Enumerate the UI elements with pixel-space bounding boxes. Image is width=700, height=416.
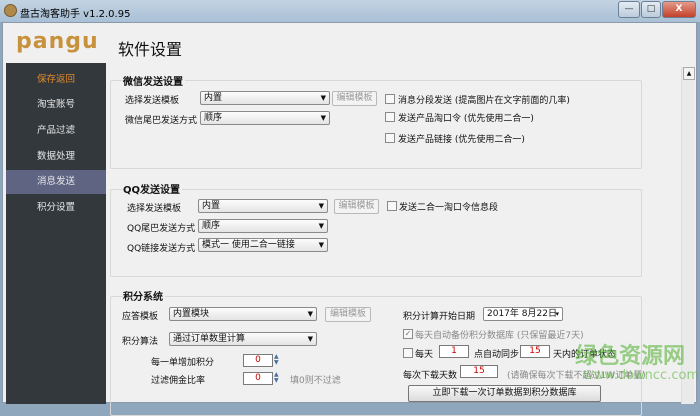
sidebar-item-message-send[interactable]: 消息发送 <box>6 170 106 194</box>
wechat-segment-checkbox[interactable] <box>385 94 395 104</box>
wechat-link-checkbox[interactable] <box>385 133 395 143</box>
start-date-value: 2017年 8月22日 <box>487 309 557 319</box>
sidebar: 保存返回 淘宝账号 产品过滤 数据处理 消息发送 积分设置 <box>6 63 106 404</box>
sidebar-item-data-processing[interactable]: 数据处理 <box>6 145 106 169</box>
title-bar: 盘古淘客助手 v1.2.0.95 — □ X <box>0 0 700 22</box>
wechat-taokouling-label: 发送产品淘口令 (优先使用二合一) <box>398 114 534 124</box>
dropdown-arrow-icon: ▼ <box>320 94 326 102</box>
wechat-edit-template-button[interactable]: 编辑模板 <box>332 91 377 106</box>
sidebar-item-points-settings[interactable]: 积分设置 <box>6 196 106 220</box>
qq-template-select[interactable]: 内置 ▼ <box>198 199 328 213</box>
per-order-points-label: 每一单增加积分 <box>151 358 215 368</box>
download-days-label: 每次下载天数 <box>403 371 458 381</box>
reply-template-label: 应答模板 <box>122 312 159 322</box>
dropdown-arrow-icon: ▼ <box>318 241 324 249</box>
dropdown-arrow-icon: ▼ <box>320 114 326 122</box>
points-edit-template-button[interactable]: 编辑模板 <box>325 307 371 322</box>
points-algorithm-select[interactable]: 通过订单数里计算 ▼ <box>169 332 317 346</box>
dropdown-arrow-icon: ▼ <box>307 335 313 343</box>
backup-checkbox[interactable]: ✓ <box>403 329 413 339</box>
app-icon <box>4 4 17 17</box>
scroll-up-icon[interactable]: ▲ <box>683 67 695 80</box>
daily-hour-input[interactable]: 1 <box>439 345 469 358</box>
wechat-segment-label: 消息分段发送 (提高图片在文字前面的几率) <box>398 96 570 106</box>
start-date-label: 积分计算开始日期 <box>403 312 476 322</box>
dropdown-arrow-icon: ▼ <box>318 222 324 230</box>
commission-filter-hint: 填0则不过滤 <box>290 376 341 386</box>
reply-template-select[interactable]: 内置模块 ▼ <box>169 307 317 321</box>
daily-mid-label: 点自动同步 <box>474 350 520 360</box>
qq-link-label: QQ链接发送方式 <box>127 244 196 254</box>
sidebar-item-save-return[interactable]: 保存返回 <box>6 68 106 92</box>
qq-link-select[interactable]: 模式一 使用二合一链接 ▼ <box>198 238 328 252</box>
wechat-taokouling-checkbox[interactable] <box>385 112 395 122</box>
daily-prefix-label: 每天 <box>415 350 434 360</box>
qq-edit-template-button[interactable]: 编辑模板 <box>334 199 379 214</box>
qq-group-title: QQ发送设置 <box>123 181 183 196</box>
qq-template-label: 选择发送模板 <box>127 204 182 214</box>
wechat-template-label: 选择发送模板 <box>125 96 180 106</box>
maximize-button[interactable]: □ <box>641 1 661 18</box>
sidebar-item-product-filter[interactable]: 产品过滤 <box>6 119 106 143</box>
close-button[interactable]: X <box>662 1 696 18</box>
dropdown-arrow-icon: ▾ <box>555 310 559 318</box>
commission-filter-spinner[interactable]: ▲ ▼ <box>274 372 282 384</box>
per-order-points-input[interactable]: 0 <box>243 354 273 367</box>
dropdown-arrow-icon: ▼ <box>307 310 313 318</box>
pangu-logo: pangu <box>6 23 106 63</box>
qq-tail-label: QQ尾巴发送方式 <box>127 224 196 234</box>
sidebar-item-taobao-account[interactable]: 淘宝账号 <box>6 93 106 117</box>
wechat-link-label: 发送产品链接 (优先使用二合一) <box>398 135 525 145</box>
reply-template-value: 内置模块 <box>173 309 210 319</box>
wechat-group-title: 微信发送设置 <box>123 73 185 88</box>
wechat-tail-label: 微信尾巴发送方式 <box>125 116 198 126</box>
qq-template-value: 内置 <box>202 201 221 211</box>
download-days-input[interactable]: 15 <box>460 365 498 378</box>
daily-days-input[interactable]: 15 <box>520 345 550 358</box>
points-group-title: 积分系统 <box>123 288 165 303</box>
dropdown-arrow-icon: ▼ <box>318 202 324 210</box>
wechat-tail-value: 顺序 <box>204 113 223 123</box>
points-algorithm-value: 通过订单数里计算 <box>173 334 246 344</box>
backup-label: 每天自动备份积分数据库 (只保留最近7天) <box>415 331 584 341</box>
qq-link-value: 模式一 使用二合一链接 <box>202 240 295 250</box>
wechat-template-value: 内置 <box>204 93 223 103</box>
per-order-points-spinner[interactable]: ▲ ▼ <box>274 354 282 366</box>
window-title: 盘古淘客助手 v1.2.0.95 <box>20 9 131 20</box>
qq-tail-select[interactable]: 顺序 ▼ <box>198 219 328 233</box>
qq-tail-value: 顺序 <box>202 221 221 231</box>
watermark-url: www.downcc.com <box>583 368 700 383</box>
qq-taokouling-label: 发送二合一淘口令信息段 <box>399 203 499 213</box>
watermark-text: 绿色资源网 <box>575 344 686 369</box>
page-title: 软件设置 <box>118 40 183 59</box>
points-algorithm-label: 积分算法 <box>122 337 159 347</box>
qq-taokouling-checkbox[interactable] <box>387 201 397 211</box>
minimize-button[interactable]: — <box>618 1 640 18</box>
daily-sync-checkbox[interactable] <box>403 348 413 358</box>
start-date-picker[interactable]: 2017年 8月22日 ▾ <box>483 307 563 321</box>
commission-filter-label: 过滤佣金比率 <box>151 376 206 386</box>
download-orders-button[interactable]: 立即下载一次订单数据到积分数据库 <box>408 385 601 402</box>
wechat-tail-select[interactable]: 顺序 ▼ <box>200 111 330 125</box>
wechat-template-select[interactable]: 内置 ▼ <box>200 91 330 105</box>
commission-filter-input[interactable]: 0 <box>243 372 273 385</box>
